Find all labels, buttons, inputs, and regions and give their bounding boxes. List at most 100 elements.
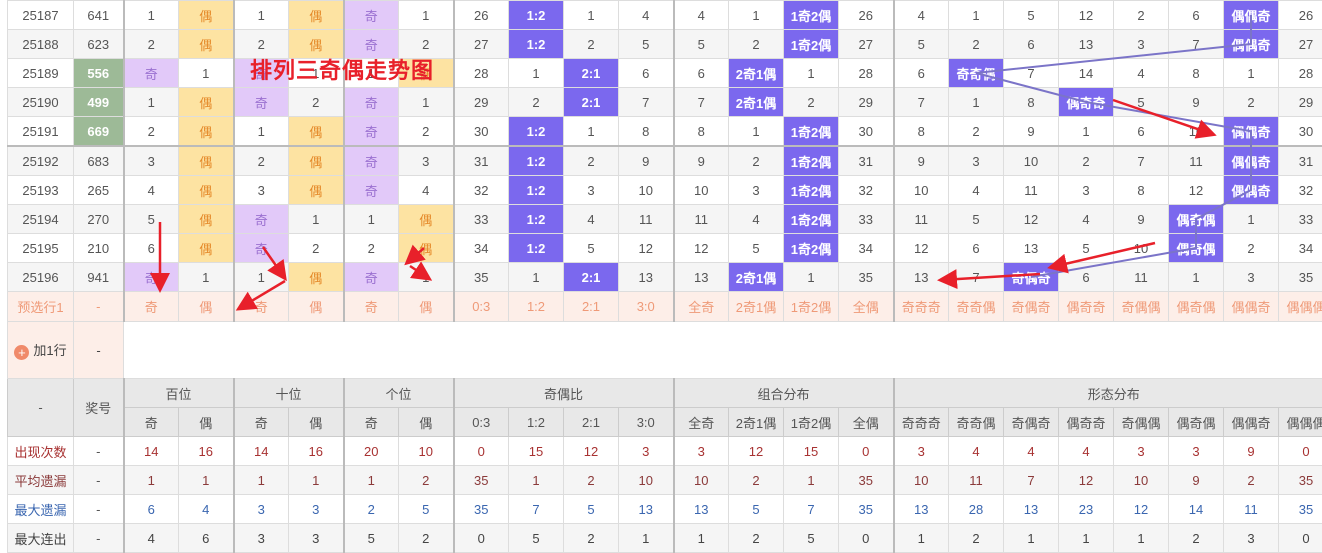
- trend-cell: 1:2: [509, 234, 564, 263]
- add-row-button[interactable]: +加1行: [8, 322, 74, 379]
- trend-cell: 3: [949, 146, 1004, 176]
- preselect-option-8[interactable]: 2:1: [564, 292, 619, 322]
- preselect-option-7[interactable]: 1:2: [509, 292, 564, 322]
- preselect-option-21[interactable]: 偶偶偶: [1279, 292, 1322, 322]
- header-award: 奖号: [74, 379, 124, 437]
- trend-cell: 1:2: [509, 176, 564, 205]
- trend-cell: 5: [1004, 1, 1059, 30]
- preselect-row[interactable]: 预选行1-奇偶奇偶奇偶0:31:22:13:0全奇2奇1偶1奇2偶全偶奇奇奇奇奇…: [8, 292, 1322, 322]
- trend-cell: 4: [564, 205, 619, 234]
- preselect-option-17[interactable]: 偶奇奇: [1059, 292, 1114, 322]
- column-header: 全奇: [674, 408, 729, 437]
- trend-cell: 2: [949, 30, 1004, 59]
- column-header: 1:2: [509, 408, 564, 437]
- trend-cell: 6: [1004, 30, 1059, 59]
- preselect-option-20[interactable]: 偶偶奇: [1224, 292, 1279, 322]
- trend-cell: 7: [1114, 146, 1169, 176]
- trend-cell: 1: [179, 263, 234, 292]
- trend-cell: 偶: [179, 146, 234, 176]
- trend-cell: 1奇2偶: [784, 146, 839, 176]
- table-row: 251916692偶1偶奇2301:218811奇2偶308291610偶偶奇3…: [8, 117, 1322, 147]
- stats-value: 35: [454, 495, 509, 524]
- stats-value: 12: [1114, 495, 1169, 524]
- stats-value: 5: [564, 495, 619, 524]
- preselect-option-5[interactable]: 偶: [399, 292, 454, 322]
- trend-cell: 12: [674, 234, 729, 263]
- preselect-option-10[interactable]: 全奇: [674, 292, 729, 322]
- column-header: 2奇1偶: [729, 408, 784, 437]
- stats-value: 4: [1059, 437, 1114, 466]
- stats-value: 3: [1224, 524, 1279, 553]
- preselect-option-3[interactable]: 偶: [289, 292, 344, 322]
- preselect-option-1[interactable]: 偶: [179, 292, 234, 322]
- trend-cell: 30: [839, 117, 894, 147]
- add-row-label: 加1行: [33, 343, 66, 358]
- trend-table: 251876411偶1偶奇1261:214411奇2偶264151226偶偶奇2…: [7, 0, 1322, 553]
- trend-cell: 2: [509, 88, 564, 117]
- table-row: 251932654偶3偶奇4321:23101031奇2偶32104113812…: [8, 176, 1322, 205]
- preselect-option-2[interactable]: 奇: [234, 292, 289, 322]
- preselect-option-18[interactable]: 奇偶偶: [1114, 292, 1169, 322]
- stats-value: 7: [784, 495, 839, 524]
- stats-value: 12: [1059, 466, 1114, 495]
- award-number: 641: [74, 1, 124, 30]
- trend-cell: 1: [234, 117, 289, 147]
- add-row-blank: [124, 322, 1322, 379]
- trend-cell: 偶奇奇: [1059, 88, 1114, 117]
- preselect-option-19[interactable]: 偶奇偶: [1169, 292, 1224, 322]
- preselect-option-15[interactable]: 奇奇偶: [949, 292, 1004, 322]
- trend-cell: 8: [619, 117, 674, 147]
- trend-cell: 3: [564, 176, 619, 205]
- preselect-option-16[interactable]: 奇偶奇: [1004, 292, 1059, 322]
- trend-cell: 1奇2偶: [784, 176, 839, 205]
- trend-cell: 26: [839, 1, 894, 30]
- stats-value: 5: [509, 524, 564, 553]
- preselect-option-6[interactable]: 0:3: [454, 292, 509, 322]
- trend-cell: 35: [1279, 263, 1322, 292]
- preselect-label: 预选行1: [8, 292, 74, 322]
- trend-cell: 9: [1114, 205, 1169, 234]
- trend-cell: 1奇2偶: [784, 117, 839, 147]
- trend-cell: 34: [1279, 234, 1322, 263]
- preselect-option-9[interactable]: 3:0: [619, 292, 674, 322]
- trend-cell: 33: [839, 205, 894, 234]
- trend-cell: 2: [729, 30, 784, 59]
- column-header: 奇奇偶: [949, 408, 1004, 437]
- issue-number: 25188: [8, 30, 74, 59]
- table-row: 25196941奇11偶奇13512:113132奇1偶135137奇偶奇611…: [8, 263, 1322, 292]
- stats-value: 10: [1114, 466, 1169, 495]
- trend-cell: 13: [674, 263, 729, 292]
- issue-number: 25196: [8, 263, 74, 292]
- column-header: 2:1: [564, 408, 619, 437]
- trend-cell: 32: [839, 176, 894, 205]
- trend-cell: 6: [1114, 117, 1169, 147]
- trend-cell: 偶偶奇: [1224, 1, 1279, 30]
- stats-value: 3: [234, 524, 289, 553]
- stats-value: 3: [1169, 437, 1224, 466]
- stats-value: 0: [839, 437, 894, 466]
- trend-cell: 1: [729, 117, 784, 147]
- column-header: 偶偶偶: [1279, 408, 1322, 437]
- stats-value: 12: [564, 437, 619, 466]
- column-header: 偶: [399, 408, 454, 437]
- trend-cell: 1: [784, 263, 839, 292]
- trend-cell: 1: [1224, 205, 1279, 234]
- stats-label: 最大连出: [8, 524, 74, 553]
- preselect-option-13[interactable]: 全偶: [839, 292, 894, 322]
- column-header: 偶: [179, 408, 234, 437]
- preselect-option-11[interactable]: 2奇1偶: [729, 292, 784, 322]
- stats-value: 10: [399, 437, 454, 466]
- trend-cell: 偶偶奇: [1224, 176, 1279, 205]
- preselect-option-0[interactable]: 奇: [124, 292, 179, 322]
- stats-value: 1: [509, 466, 564, 495]
- trend-cell: 1: [949, 88, 1004, 117]
- stats-value: 35: [839, 495, 894, 524]
- preselect-option-12[interactable]: 1奇2偶: [784, 292, 839, 322]
- stats-value: 5: [784, 524, 839, 553]
- stats-value: 1: [1114, 524, 1169, 553]
- stats-value: 35: [1279, 466, 1322, 495]
- stats-value: 14: [1169, 495, 1224, 524]
- trend-cell: 1: [234, 1, 289, 30]
- preselect-option-4[interactable]: 奇: [344, 292, 399, 322]
- preselect-option-14[interactable]: 奇奇奇: [894, 292, 949, 322]
